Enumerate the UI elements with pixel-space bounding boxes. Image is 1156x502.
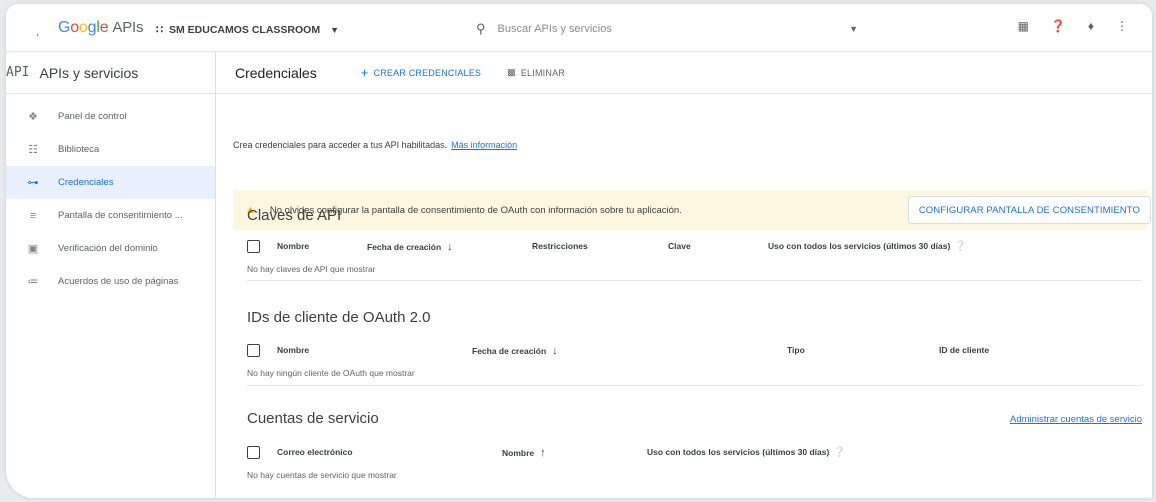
service-accounts-title: Cuentas de servicio — [247, 410, 379, 427]
help-icon[interactable]: ❔ — [833, 447, 845, 458]
settings-list-icon: ≔ — [27, 276, 39, 288]
trash-icon: ▩ — [507, 67, 516, 77]
project-selector[interactable]: ∷ SM EDUCAMOS CLASSROOM ▼ — [156, 23, 340, 37]
domain-icon: ▣ — [27, 243, 39, 255]
sidebar-title: APIs y servicios — [39, 64, 139, 81]
create-credentials-button[interactable]: + CREAR CREDENCIALES — [361, 65, 481, 80]
column-header-usage[interactable]: Uso con todos los servicios (últimos 30 … — [647, 447, 846, 458]
top-bar: , Google APIs ∷ SM EDUCAMOS CLASSROOM ▼ ⚲… — [6, 4, 1152, 52]
column-header-sortable[interactable]: Nombre ↑ — [502, 447, 546, 459]
arrow-down-icon: ↓ — [447, 241, 453, 253]
sidebar-item-label: Biblioteca — [58, 144, 100, 155]
plus-icon: + — [360, 65, 369, 80]
help-icon[interactable]: ❓ — [1051, 19, 1066, 33]
sidebar-item-credenciales[interactable]: ⊶ Credenciales — [6, 166, 215, 199]
column-header[interactable]: ID de cliente — [939, 345, 989, 355]
api-keys-title: Claves de API — [247, 207, 342, 224]
dashboard-icon: ❖ — [28, 111, 38, 123]
intro-text: Crea credenciales para acceder a tus API… — [233, 140, 517, 150]
search-bar[interactable]: ⚲ Buscar APIs y servicios ▼ — [476, 18, 876, 40]
oauth-empty-message: No hay ningún cliente de OAuth que mostr… — [247, 368, 415, 378]
sidebar-item-panel[interactable]: ❖ Panel de control — [6, 100, 215, 133]
column-header[interactable]: Nombre — [277, 345, 309, 355]
sidebar-item-label: Credenciales — [58, 177, 114, 188]
menu-icon[interactable]: , — [36, 24, 39, 38]
api-keys-empty-message: No hay claves de API que mostrar — [247, 264, 376, 274]
sidebar-item-label: Panel de control — [58, 111, 127, 122]
more-info-link[interactable]: Más información — [451, 140, 517, 150]
api-logo-icon: API — [6, 65, 30, 80]
arrow-down-icon: ↓ — [552, 345, 558, 357]
create-credentials-label: CREAR CREDENCIALES — [373, 67, 482, 78]
console-window: , Google APIs ∷ SM EDUCAMOS CLASSROOM ▼ ⚲… — [6, 4, 1152, 498]
service-accounts-empty-message: No hay cuentas de servicio que mostrar — [247, 470, 397, 480]
sidebar-item-acuerdos[interactable]: ≔ Acuerdos de uso de páginas — [6, 265, 215, 298]
google-apis-logo[interactable]: Google APIs — [58, 19, 144, 37]
help-icon[interactable]: ❔ — [954, 241, 966, 252]
sidebar-item-label: Verificación del dominio — [58, 243, 158, 254]
column-header[interactable]: Restricciones — [532, 241, 588, 251]
column-header-label: Fecha de creación — [367, 242, 442, 252]
consent-icon: ≡ — [29, 209, 37, 222]
delete-label: ELIMINAR — [520, 67, 565, 78]
select-all-checkbox[interactable] — [247, 240, 260, 253]
column-header-label: Nombre — [502, 448, 535, 458]
project-name: SM EDUCAMOS CLASSROOM — [169, 23, 321, 36]
consent-warning-banner: ▲ No olvides configurar la pantalla de c… — [233, 190, 1151, 230]
more-vert-icon[interactable]: ⋮ — [1116, 19, 1128, 33]
column-header[interactable]: Tipo — [787, 345, 805, 355]
column-header-label: Fecha de creación — [472, 346, 547, 356]
column-header-label: Uso con todos los servicios (últimos 30 … — [647, 447, 830, 457]
gift-icon[interactable]: ▦ — [1018, 19, 1029, 33]
column-header-label: Uso con todos los servicios (últimos 30 … — [768, 241, 951, 251]
divider — [247, 385, 1142, 386]
select-all-checkbox[interactable] — [247, 446, 260, 459]
delete-button[interactable]: ▩ ELIMINAR — [507, 67, 565, 78]
column-header-sortable[interactable]: Fecha de creación ↓ — [472, 345, 558, 357]
arrow-up-icon: ↑ — [540, 447, 546, 459]
service-accounts-header-row: Correo electrónico Nombre ↑ Uso con todos… — [247, 442, 1142, 464]
column-header-sortable[interactable]: Fecha de creación ↓ — [367, 241, 453, 253]
intro-message: Crea credenciales para acceder a tus API… — [233, 140, 448, 150]
library-icon: ☷ — [28, 144, 38, 156]
column-header-usage[interactable]: Uso con todos los servicios (últimos 30 … — [768, 241, 967, 252]
page-header: Credenciales + CREAR CREDENCIALES ▩ ELIM… — [217, 52, 1152, 94]
oauth-title: IDs de cliente de OAuth 2.0 — [247, 309, 431, 326]
sidebar-item-verificacion[interactable]: ▣ Verificación del dominio — [6, 232, 215, 265]
sidebar-item-biblioteca[interactable]: ☷ Biblioteca — [6, 133, 215, 166]
key-icon: ⊶ — [27, 177, 39, 189]
chevron-down-icon: ▼ — [330, 24, 340, 35]
search-icon: ⚲ — [476, 21, 486, 36]
column-header[interactable]: Correo electrónico — [277, 447, 353, 457]
configure-consent-button[interactable]: CONFIGURAR PANTALLA DE CONSENTIMIENTO — [907, 196, 1151, 224]
main-content: Credenciales + CREAR CREDENCIALES ▩ ELIM… — [217, 52, 1152, 498]
logo-apis-text: APIs — [112, 19, 144, 36]
sidebar-item-consentimiento[interactable]: ≡ Pantalla de consentimiento ... — [6, 199, 215, 232]
search-expand-icon[interactable]: ▼ — [849, 24, 858, 34]
notifications-icon[interactable]: ♦ — [1088, 19, 1094, 33]
sidebar-header: API APIs y servicios — [6, 52, 215, 94]
column-header[interactable]: Nombre — [277, 241, 309, 251]
select-all-checkbox[interactable] — [247, 344, 260, 357]
column-header[interactable]: Clave — [668, 241, 691, 251]
divider — [247, 280, 1142, 281]
sidebar: API APIs y servicios ❖ Panel de control … — [6, 52, 216, 498]
oauth-header-row: Nombre Fecha de creación ↓ Tipo ID de cli… — [247, 340, 1142, 362]
manage-service-accounts-link[interactable]: Administrar cuentas de servicio — [1010, 414, 1142, 425]
project-icon: ∷ — [156, 24, 163, 36]
page-title: Credenciales — [235, 64, 317, 81]
sidebar-item-label: Acuerdos de uso de páginas — [58, 276, 179, 287]
sidebar-item-label: Pantalla de consentimiento ... — [58, 210, 183, 221]
search-input[interactable]: Buscar APIs y servicios — [498, 23, 612, 35]
sidebar-nav: ❖ Panel de control ☷ Biblioteca ⊶ Creden… — [6, 100, 215, 298]
api-keys-header-row: Nombre Fecha de creación ↓ Restricciones … — [247, 236, 1142, 258]
